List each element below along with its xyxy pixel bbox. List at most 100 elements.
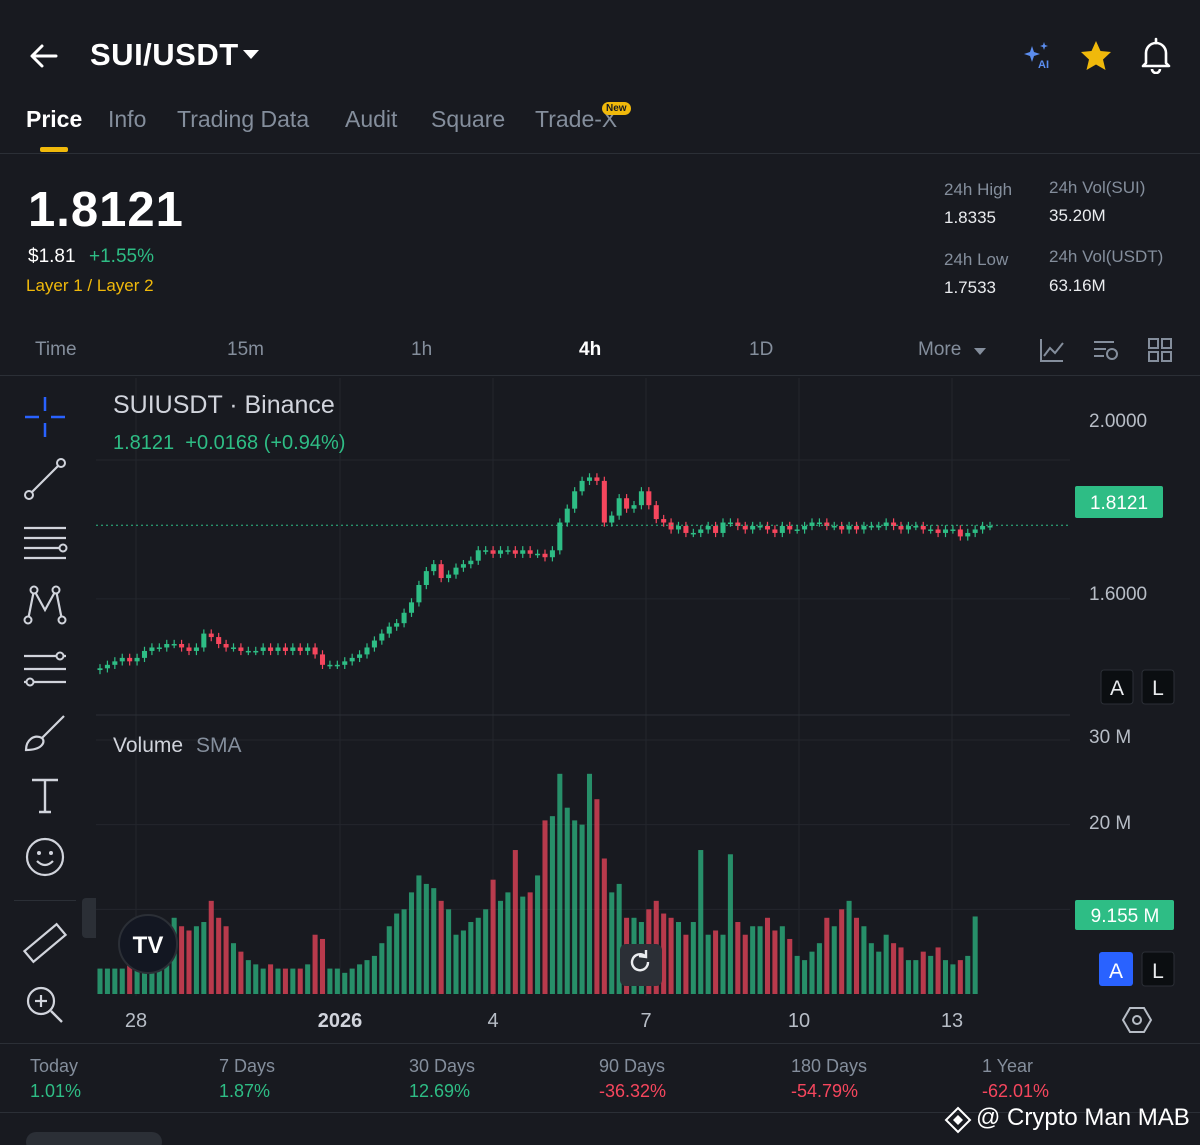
volume-bar [223,926,229,994]
volume-bar [394,913,400,994]
ruler-icon[interactable] [20,918,70,968]
candle [127,657,133,662]
indicator-chart-icon[interactable] [1038,336,1066,364]
candle [794,529,800,531]
bottom-handle[interactable] [26,1132,162,1145]
crosshair-icon[interactable] [20,392,70,442]
candle [386,626,392,634]
volume-bar [742,934,748,994]
candle [186,647,192,651]
favorite-star-icon[interactable] [1078,38,1114,74]
volume-bar [460,930,466,994]
layout-grid-icon[interactable] [1146,336,1174,364]
emoji-icon[interactable] [20,832,70,882]
price-change-pct: +1.55% [89,246,154,267]
pair-title[interactable]: SUI/USDT [90,37,239,73]
horizontal-lines-icon[interactable] [20,518,70,568]
interval-1d[interactable]: 1D [749,339,773,361]
candle [275,647,281,651]
price-chart[interactable]: SUIUSDT · Binance 1.8121 +0.0168 (+0.94%… [0,378,1200,1040]
volume-bar [431,888,437,994]
volume-bar [757,926,763,994]
active-tab-indicator [40,147,68,152]
candle [549,550,555,558]
back-arrow-icon[interactable] [24,36,64,76]
candle [868,526,874,528]
pair-dropdown-caret-icon[interactable] [243,50,259,59]
ai-sparkle-icon[interactable]: AI [1022,38,1056,72]
candle [942,529,949,533]
usd-price: $1.81 [28,246,76,267]
candle [965,532,971,537]
tradingview-logo[interactable]: TV [118,914,178,974]
candle [260,647,266,651]
volume-scale-log-button[interactable]: L [1141,951,1175,987]
candle [928,529,934,531]
section-tabs: Price Info Trading Data Audit Square Tra… [0,100,1200,154]
candle [764,526,771,530]
candle [327,664,333,667]
drawing-toolbar [0,378,88,1040]
price-scale-log-button[interactable]: L [1141,669,1175,705]
tab-audit[interactable]: Audit [345,106,397,133]
category-tag[interactable]: Layer 1 / Layer 2 [26,276,154,296]
svg-text:A: A [1109,960,1123,983]
reset-chart-icon[interactable] [620,944,662,986]
interval-more[interactable]: More [918,339,961,361]
bell-icon[interactable] [1138,36,1174,74]
volume-bar [297,968,303,994]
tab-square[interactable]: Square [431,106,505,133]
collapse-toolbar-handle[interactable] [82,898,96,938]
chart-title: SUIUSDT · Binance [113,391,335,419]
candle [586,477,593,481]
interval-15m[interactable]: 15m [227,339,264,361]
candle [527,550,533,554]
candle [408,602,415,613]
volume-bar [379,943,385,994]
volume-bar [601,858,607,994]
perf-value-30d: 12.69% [409,1081,471,1101]
trend-line-icon[interactable] [20,454,70,504]
tab-price[interactable]: Price [26,106,82,133]
candle [112,661,118,665]
tab-info[interactable]: Info [108,106,146,133]
chart-settings-icon[interactable] [1092,336,1120,364]
interval-1h[interactable]: 1h [411,339,432,361]
volume-bar [342,972,348,994]
candle [312,647,318,655]
candle [757,526,763,528]
price-scale-auto-button[interactable]: A [1100,669,1134,705]
low-value: 1.7533 [944,278,996,297]
x-tick: 28 [125,1010,147,1032]
candle [705,526,711,530]
interval-time[interactable]: Time [35,339,77,361]
candle [980,526,986,530]
volume-bar [290,968,296,994]
text-tool-icon[interactable] [20,770,70,820]
candle [594,477,600,481]
perf-value-1y: -62.01% [982,1081,1050,1101]
interval-4h[interactable]: 4h [579,339,601,361]
brush-icon[interactable] [20,708,70,758]
tab-trading-data[interactable]: Trading Data [177,106,309,133]
volume-scale-auto-button[interactable]: A [1099,952,1133,986]
perf-value-today: 1.01% [30,1081,82,1101]
candle [713,526,719,533]
last-price-tag: 1.8121 [1090,493,1148,514]
candle [371,640,377,648]
x-tick-year: 2026 [318,1010,363,1032]
candle [201,633,207,648]
binance-diamond-icon [944,1106,972,1134]
candle [468,560,474,565]
fib-retracement-icon[interactable] [20,644,70,694]
volume-bar [334,968,340,994]
perf-label-7d: 7 Days [219,1056,276,1076]
new-badge: New [602,102,631,115]
volume-bar [230,943,237,994]
volume-bar [891,943,897,994]
zoom-in-icon[interactable] [20,980,70,1030]
pattern-tool-icon[interactable] [20,580,70,630]
volume-bar [497,900,504,994]
chart-settings-hex-icon[interactable] [1121,1007,1153,1033]
more-caret-icon[interactable] [974,348,986,355]
